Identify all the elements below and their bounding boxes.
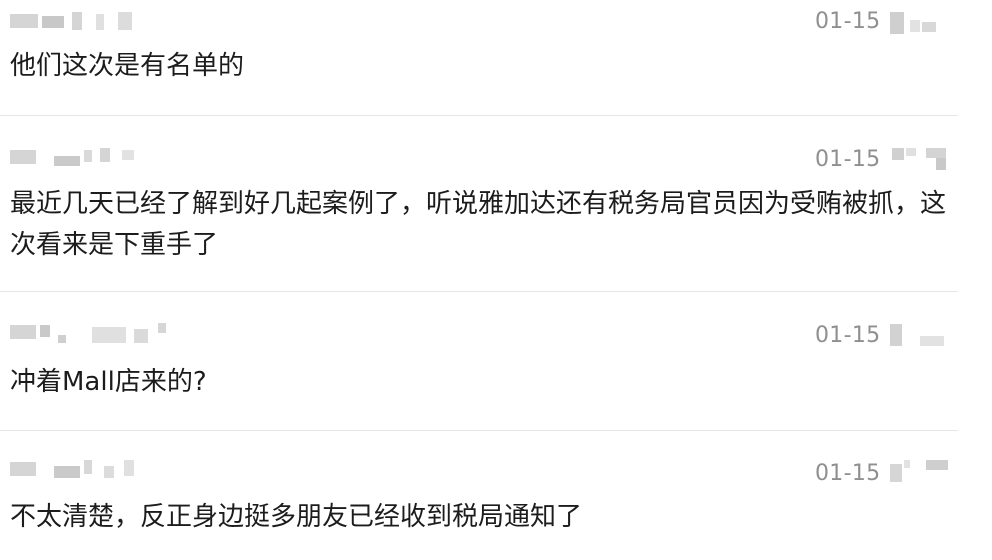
username-redacted xyxy=(10,148,135,168)
comment-text: 不太清楚，反正身边挺多朋友已经收到税局通知了 xyxy=(10,502,583,532)
like-count-redacted[interactable] xyxy=(890,148,950,170)
comment-list: 01-15 他们这次是有名单的 01-15 最近几天已经了解到好几起案例了，听说… xyxy=(0,0,992,560)
divider xyxy=(0,291,958,292)
comment-date: 01-15 xyxy=(815,147,881,172)
divider xyxy=(0,115,958,116)
comment-date: 01-15 xyxy=(815,323,881,348)
comment-text: 最近几天已经了解到好几起案例了，听说雅加达还有税务局官员因为受贿被抓，这次看来是… xyxy=(10,189,947,260)
username-redacted xyxy=(10,12,135,32)
like-count-redacted[interactable] xyxy=(890,324,946,346)
like-count-redacted[interactable] xyxy=(890,12,940,34)
comment-text: 他们这次是有名单的 xyxy=(10,51,245,81)
comment-date: 01-15 xyxy=(815,9,881,34)
comment-text: 冲着Mall店来的? xyxy=(10,367,207,397)
comment-date: 01-15 xyxy=(815,461,881,486)
username-redacted xyxy=(10,460,135,480)
like-count-redacted[interactable] xyxy=(890,460,950,482)
divider xyxy=(0,430,958,431)
username-redacted xyxy=(10,323,170,343)
